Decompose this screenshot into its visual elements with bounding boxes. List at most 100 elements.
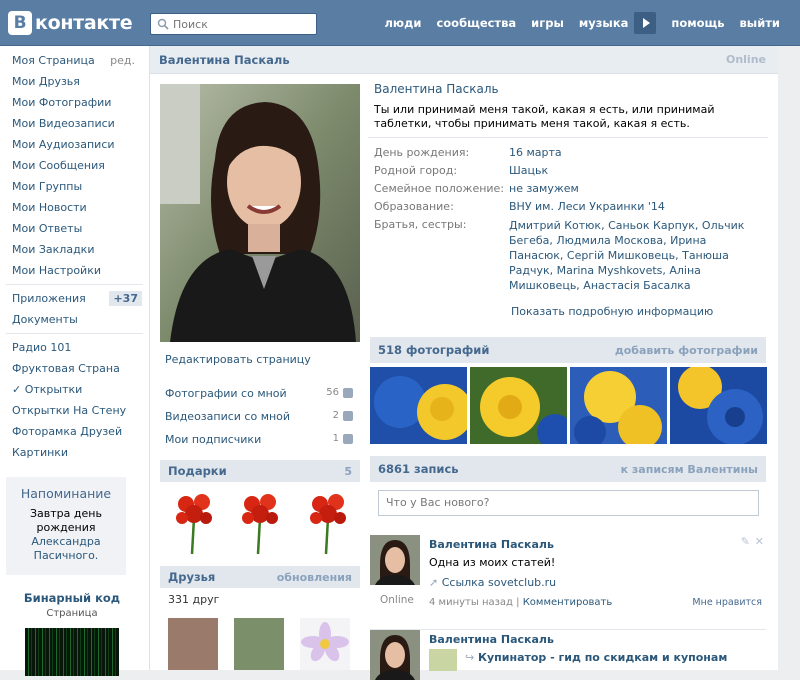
counter-photos-with-me[interactable]: Фотографии со мной 56 xyxy=(165,387,353,408)
info-value-link[interactable]: не замужем xyxy=(509,182,759,196)
nav-music[interactable]: музыка xyxy=(579,16,629,30)
wall-header[interactable]: 6861 запись к записям Валентины xyxy=(370,456,766,482)
add-photos-link[interactable]: добавить фотографии xyxy=(615,344,758,357)
friend-avatar[interactable] xyxy=(300,618,350,670)
post-author-avatar[interactable] xyxy=(370,630,420,680)
header-user-name: Валентина Паскаль xyxy=(159,52,290,67)
wall-posts-link[interactable]: к записям Валентины xyxy=(621,463,758,476)
profile-name: Валентина Паскаль xyxy=(374,82,499,96)
edit-page-link[interactable]: Редактировать страницу xyxy=(165,353,311,366)
sidebar-item-videos[interactable]: Мои Видеозаписи xyxy=(0,113,149,134)
friend-avatar[interactable] xyxy=(168,618,218,670)
promo-block[interactable]: Бинарный код Страница xyxy=(20,591,124,676)
photo-thumbnail[interactable] xyxy=(570,367,667,444)
info-key: Семейное положение: xyxy=(374,182,505,195)
profile-info: Валентина Паскаль Ты или принимай меня т… xyxy=(368,82,768,297)
logo-text: контакте xyxy=(35,12,133,34)
post-author-name[interactable]: Валентина Паскаль xyxy=(429,633,554,646)
post-time[interactable]: 4 минуты назад xyxy=(429,597,513,608)
gift-flower-icon[interactable] xyxy=(238,488,282,556)
counter-subscribers[interactable]: Мои подписчики 1 xyxy=(165,433,353,454)
promo-title[interactable]: Бинарный код xyxy=(20,591,124,605)
comment-link[interactable]: Комментировать xyxy=(523,597,613,608)
nav-games[interactable]: игры xyxy=(531,16,564,30)
sidebar-item-wall-postcards[interactable]: Открытки На Стену xyxy=(0,400,149,421)
promo-image[interactable] xyxy=(25,628,119,676)
sidebar-item-groups[interactable]: Мои Группы xyxy=(0,176,149,197)
sidebar-item-photos[interactable]: Мои Фотографии xyxy=(0,92,149,113)
info-value-link[interactable]: Шацьк xyxy=(509,164,759,178)
profile-photo[interactable] xyxy=(160,84,360,342)
show-more-info-link[interactable]: Показать подробную информацию xyxy=(511,305,713,318)
divider xyxy=(6,333,143,334)
info-value-link[interactable]: 16 марта xyxy=(509,146,759,160)
photo-thumbnail[interactable] xyxy=(370,367,467,444)
wall-post: Online Валентина Паскаль Одна из моих ст… xyxy=(370,535,766,627)
profile-status[interactable]: Ты или принимай меня такой, какая я есть… xyxy=(374,103,768,131)
repost-title[interactable]: Купинатор - гид по скидкам и купонам xyxy=(478,651,727,664)
sidebar-item-radio[interactable]: Радио 101 xyxy=(0,337,149,358)
promo-subtitle: Страница xyxy=(46,608,98,619)
reminder-box: Напоминание Завтра день рождения Алексан… xyxy=(6,477,126,575)
reminder-title: Напоминание xyxy=(20,486,112,501)
gift-flower-icon[interactable] xyxy=(306,488,350,556)
sidebar-item-settings[interactable]: Мои Настройки xyxy=(0,260,149,281)
sidebar-item-fruit-country[interactable]: Фруктовая Страна xyxy=(0,358,149,379)
search-input[interactable] xyxy=(173,17,313,31)
sidebar-item-bookmarks[interactable]: Мои Закладки xyxy=(0,239,149,260)
sidebar-item-postcards[interactable]: ✓ Открытки xyxy=(0,379,149,400)
sidebar-item-my-page[interactable]: Моя Страница ред. xyxy=(0,50,149,71)
info-value-link[interactable]: ВНУ им. Леси Украинки '14 xyxy=(509,200,759,214)
gifts-header[interactable]: Подарки 5 xyxy=(160,460,360,482)
vk-logo[interactable]: В контакте xyxy=(8,11,133,35)
sidebar-item-label: Моя Страница xyxy=(12,54,95,67)
reminder-body: Завтра день рождения Александра Пасичног… xyxy=(10,507,122,563)
post-author-name[interactable]: Валентина Паскаль xyxy=(429,538,554,551)
sidebar-item-apps[interactable]: Приложения +37 xyxy=(0,288,149,309)
sidebar-item-friends[interactable]: Мои Друзья xyxy=(0,71,149,92)
photo-thumbnail[interactable] xyxy=(670,367,767,444)
info-row-siblings: Братья, сестры: Дмитрий Котюк, Саньок Кар… xyxy=(374,218,768,293)
nav-help[interactable]: помощь xyxy=(671,16,724,30)
counter-label: Мои подписчики xyxy=(165,433,262,446)
post-meta: 4 минуты назад | Комментировать xyxy=(429,597,613,608)
nav-people[interactable]: люди xyxy=(385,16,422,30)
edit-post-icon[interactable]: ✎ xyxy=(741,535,750,548)
sidebar-item-documents[interactable]: Документы xyxy=(0,309,149,330)
friend-avatar[interactable] xyxy=(234,618,284,670)
photo-thumbnail[interactable] xyxy=(470,367,567,444)
post-thumbnail[interactable] xyxy=(429,649,457,671)
author-online-status: Online xyxy=(380,594,414,606)
divider xyxy=(368,137,768,138)
reminder-person-link[interactable]: Александра Пасичного. xyxy=(31,535,100,562)
friends-updates-link[interactable]: обновления xyxy=(277,571,352,584)
post-composer-input[interactable]: Что у Вас нового? xyxy=(378,490,759,516)
post-author-avatar[interactable] xyxy=(370,535,420,585)
play-icon[interactable] xyxy=(634,12,657,34)
sidebar-item-pictures[interactable]: Картинки xyxy=(0,442,149,463)
link-arrow-icon: ➚ xyxy=(429,576,439,589)
sidebar-item-audio[interactable]: Мои Аудиозаписи xyxy=(0,134,149,155)
vk-logo-icon: В xyxy=(8,11,32,35)
info-value-link[interactable]: Дмитрий Котюк, Саньок Карпук, Ольчик Бег… xyxy=(509,218,759,293)
sidebar-item-news[interactable]: Мои Новости xyxy=(0,197,149,218)
sidebar-item-answers[interactable]: Мои Ответы xyxy=(0,218,149,239)
counter-label: Фотографии со мной xyxy=(165,387,287,400)
delete-post-icon[interactable]: ✕ xyxy=(755,535,764,548)
counter-videos-with-me[interactable]: Видеозаписи со мной 2 xyxy=(165,410,353,431)
gift-flower-icon[interactable] xyxy=(172,488,216,556)
profile-header-bar: Валентина Паскаль Online xyxy=(150,46,778,74)
nav-logout[interactable]: выйти xyxy=(740,16,780,30)
search-icon xyxy=(157,18,169,30)
sidebar-item-photo-frame[interactable]: Фоторамка Друзей xyxy=(0,421,149,442)
nav-communities[interactable]: сообщества xyxy=(436,16,516,30)
search-box[interactable] xyxy=(150,13,317,35)
edit-link[interactable]: ред. xyxy=(110,50,135,71)
friends-header[interactable]: Друзья обновления xyxy=(160,566,360,588)
info-row-relationship: Семейное положение: не замужем xyxy=(374,182,768,196)
photos-header[interactable]: 518 фотографий добавить фотографии xyxy=(370,337,766,363)
post-link[interactable]: ➚ Ссылка sovetclub.ru xyxy=(429,576,556,589)
friends-count: 331 друг xyxy=(168,593,220,606)
like-button[interactable]: Мне нравится xyxy=(692,597,762,608)
sidebar-item-messages[interactable]: Мои Сообщения xyxy=(0,155,149,176)
